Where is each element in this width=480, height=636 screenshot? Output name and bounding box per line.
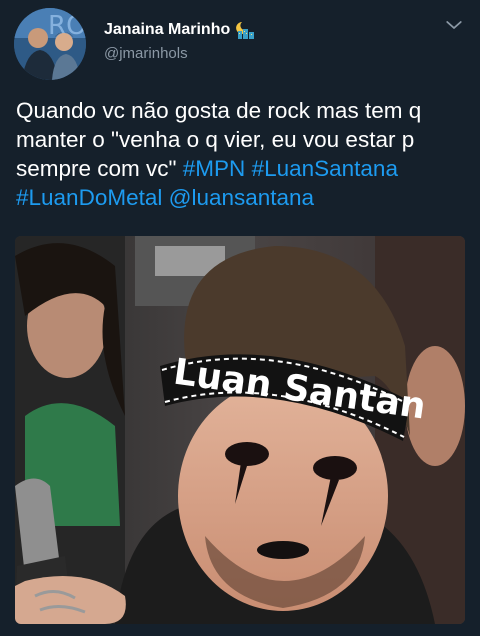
user-handle[interactable]: @jmarinhols: [104, 45, 188, 62]
tweet-media-image[interactable]: Luan Santan: [15, 236, 465, 624]
display-name[interactable]: Janaina Marinho: [104, 21, 230, 39]
hashtag-luandometal-link[interactable]: #LuanDoMetal: [16, 185, 162, 210]
avatar[interactable]: RO: [14, 8, 86, 80]
night-city-emoji-icon: [236, 20, 256, 40]
mention-luansantana-link[interactable]: @luansantana: [169, 185, 314, 210]
tweet-card: RO Janaina Marinho @jmarinhols Quando vc…: [0, 0, 480, 636]
name-row: Janaina Marinho: [104, 20, 256, 40]
tweet-text: Quando vc não gosta de rock mas tem q ma…: [16, 96, 468, 212]
chevron-down-icon[interactable]: [442, 16, 466, 34]
hashtag-mpn-link[interactable]: #MPN: [183, 156, 246, 181]
avatar-image: RO: [14, 8, 86, 80]
hashtag-luansantana-link[interactable]: #LuanSantana: [252, 156, 398, 181]
